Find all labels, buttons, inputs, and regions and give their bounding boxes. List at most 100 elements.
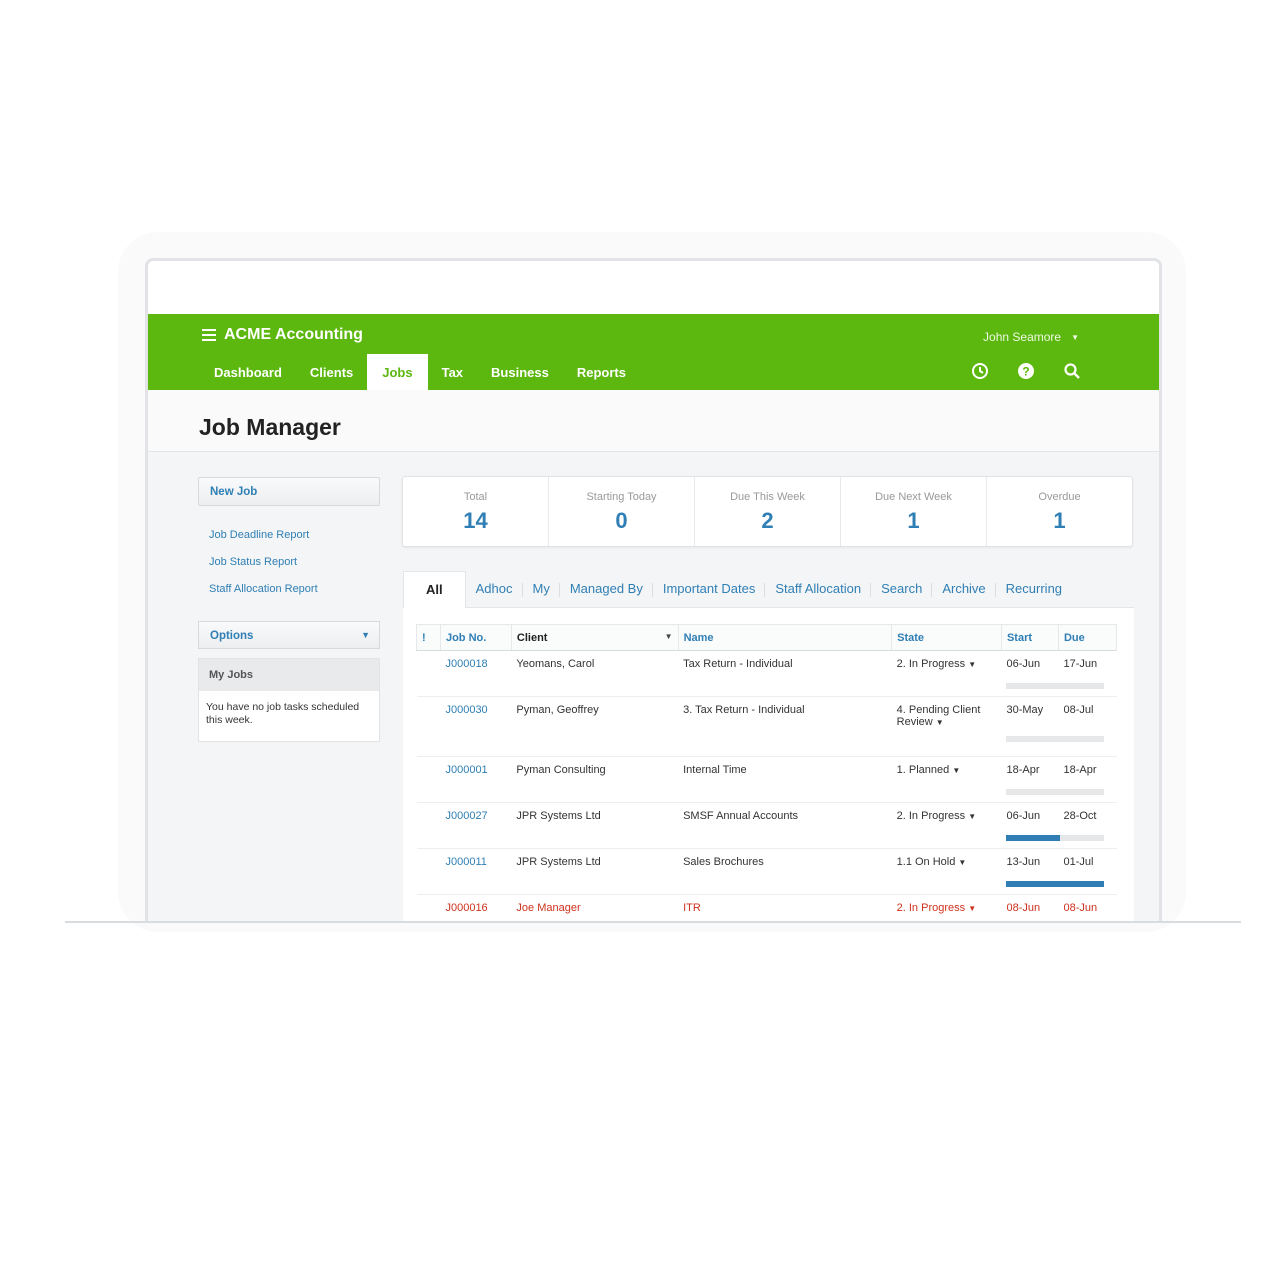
stat-label: Overdue <box>1038 491 1081 503</box>
nav-jobs[interactable]: Jobs <box>367 354 428 390</box>
job-number-link[interactable]: J000030 <box>440 696 512 757</box>
tab-managed-by[interactable]: Managed By <box>560 571 653 607</box>
job-tabs: All Adhoc My Managed By Important Dates … <box>403 571 1134 609</box>
user-menu[interactable]: John Seamore ▼ <box>983 330 1079 344</box>
stat-starting-today[interactable]: Starting Today 0 <box>549 477 695 546</box>
my-jobs-text: You have no job tasks scheduled this wee… <box>206 701 360 726</box>
name-cell: Internal Time <box>678 756 892 803</box>
state-dropdown[interactable]: 1. Planned ▼ <box>891 756 1002 803</box>
client-cell: Pyman, Geoffrey <box>511 696 679 757</box>
client-cell: Pyman Consulting <box>511 756 679 803</box>
tab-all[interactable]: All <box>403 571 466 609</box>
dates-cell: 18-Apr 18-Apr <box>1001 756 1117 803</box>
stat-overdue[interactable]: Overdue 1 <box>987 477 1132 546</box>
col-due[interactable]: Due <box>1057 624 1118 651</box>
due-date: 17-Jun <box>1063 658 1098 670</box>
nav-tax[interactable]: Tax <box>428 354 477 390</box>
jobs-table: ! Job No. Client ▼ Name State Start Due J… <box>416 624 1118 923</box>
tab-my[interactable]: My <box>523 571 561 607</box>
nav-reports[interactable]: Reports <box>563 354 640 390</box>
dates-cell: 06-Jun 28-Oct <box>1001 802 1117 849</box>
state-dropdown[interactable]: 1.1 On Hold ▼ <box>891 848 1002 895</box>
due-date: 28-Oct <box>1063 810 1097 822</box>
due-date: 18-Apr <box>1063 764 1097 776</box>
top-bar: ACME Accounting John Seamore ▼ Dashboard… <box>148 314 1159 390</box>
state-label: 2. In Progress <box>896 810 966 822</box>
nav-business[interactable]: Business <box>477 354 563 390</box>
progress-bar <box>1006 835 1105 841</box>
stat-due-next-week[interactable]: Due Next Week 1 <box>841 477 987 546</box>
name-cell: Sales Brochures <box>678 848 892 895</box>
staff-allocation-report-link[interactable]: Staff Allocation Report <box>209 583 318 610</box>
stat-value: 14 <box>463 508 488 533</box>
job-number-link[interactable]: J000018 <box>440 650 512 697</box>
state-dropdown[interactable]: 4. Pending Client Review ▼ <box>891 696 1002 757</box>
table-row: J000001 Pyman Consulting Internal Time 1… <box>416 756 1117 803</box>
progress-bar <box>1006 683 1105 689</box>
header-icons: ? <box>971 362 1081 380</box>
state-dropdown[interactable]: 2. In Progress ▼ <box>891 650 1002 697</box>
job-number-link[interactable]: J000016 <box>440 894 512 923</box>
tab-important-dates[interactable]: Important Dates <box>653 571 766 607</box>
col-name[interactable]: Name <box>677 624 893 651</box>
client-cell: Yeomans, Carol <box>511 650 679 697</box>
table-header-row: ! Job No. Client ▼ Name State Start Due <box>416 624 1118 651</box>
due-date: 08-Jun <box>1063 902 1098 914</box>
tab-search[interactable]: Search <box>871 571 933 607</box>
job-deadline-report-link[interactable]: Job Deadline Report <box>209 529 318 556</box>
tab-staff-allocation[interactable]: Staff Allocation <box>765 571 871 607</box>
start-date: 30-May <box>1006 704 1044 716</box>
stat-total[interactable]: Total 14 <box>403 477 549 546</box>
start-date: 06-Jun <box>1006 810 1041 822</box>
clock-icon[interactable] <box>971 362 989 380</box>
due-date: 01-Jul <box>1063 856 1094 868</box>
col-flag[interactable]: ! <box>416 624 441 651</box>
user-name: John Seamore <box>983 330 1062 344</box>
state-dropdown[interactable]: 2. In Progress ▼ <box>891 802 1002 849</box>
tab-recurring[interactable]: Recurring <box>996 571 1072 607</box>
stat-label: Starting Today <box>586 491 657 503</box>
state-label: 1. Planned <box>896 764 950 776</box>
chevron-down-icon: ▼ <box>935 718 944 727</box>
brand[interactable]: ACME Accounting <box>202 326 363 344</box>
dates-cell: 08-Jun 08-Jun <box>1001 894 1117 923</box>
options-label: Options <box>210 630 254 642</box>
title-band: Job Manager <box>148 390 1159 452</box>
tab-adhoc[interactable]: Adhoc <box>466 571 523 607</box>
new-job-button[interactable]: New Job <box>198 477 380 506</box>
col-state[interactable]: State <box>891 624 1002 651</box>
client-cell: JPR Systems Ltd <box>511 848 679 895</box>
col-job-no[interactable]: Job No. <box>439 624 512 651</box>
col-start[interactable]: Start <box>1000 624 1059 651</box>
chevron-down-icon: ▼ <box>958 858 967 867</box>
jobs-table-panel: ! Job No. Client ▼ Name State Start Due J… <box>403 608 1134 923</box>
due-date: 08-Jul <box>1063 704 1094 716</box>
menu-icon[interactable] <box>202 329 216 341</box>
progress-fill <box>1006 835 1061 841</box>
table-row: J000018 Yeomans, Carol Tax Return - Indi… <box>416 650 1117 697</box>
dates-cell: 06-Jun 17-Jun <box>1001 650 1117 697</box>
nav-clients[interactable]: Clients <box>296 354 367 390</box>
job-number-link[interactable]: J000027 <box>440 802 512 849</box>
stat-label: Due This Week <box>730 491 805 503</box>
name-cell: Tax Return - Individual <box>678 650 892 697</box>
chevron-down-icon[interactable]: ▼ <box>665 632 673 641</box>
chevron-down-icon: ▼ <box>968 660 977 669</box>
job-number-link[interactable]: J000001 <box>440 756 512 803</box>
search-icon[interactable] <box>1063 362 1081 380</box>
nav-dashboard[interactable]: Dashboard <box>200 354 296 390</box>
stat-due-this-week[interactable]: Due This Week 2 <box>695 477 841 546</box>
tab-archive[interactable]: Archive <box>932 571 997 607</box>
col-client[interactable]: Client ▼ <box>510 624 679 651</box>
job-status-report-link[interactable]: Job Status Report <box>209 556 318 583</box>
job-number-link[interactable]: J000011 <box>440 848 512 895</box>
help-icon[interactable]: ? <box>1017 362 1035 380</box>
stat-value: 1 <box>907 508 920 533</box>
options-dropdown[interactable]: Options ▼ <box>198 621 380 649</box>
svg-text:?: ? <box>1022 365 1029 379</box>
brand-name: ACME Accounting <box>224 326 363 343</box>
state-dropdown[interactable]: 2. In Progress ▼ <box>891 894 1002 923</box>
name-cell: SMSF Annual Accounts <box>678 802 892 849</box>
chevron-down-icon: ▼ <box>968 812 977 821</box>
progress-bar <box>1006 881 1105 887</box>
